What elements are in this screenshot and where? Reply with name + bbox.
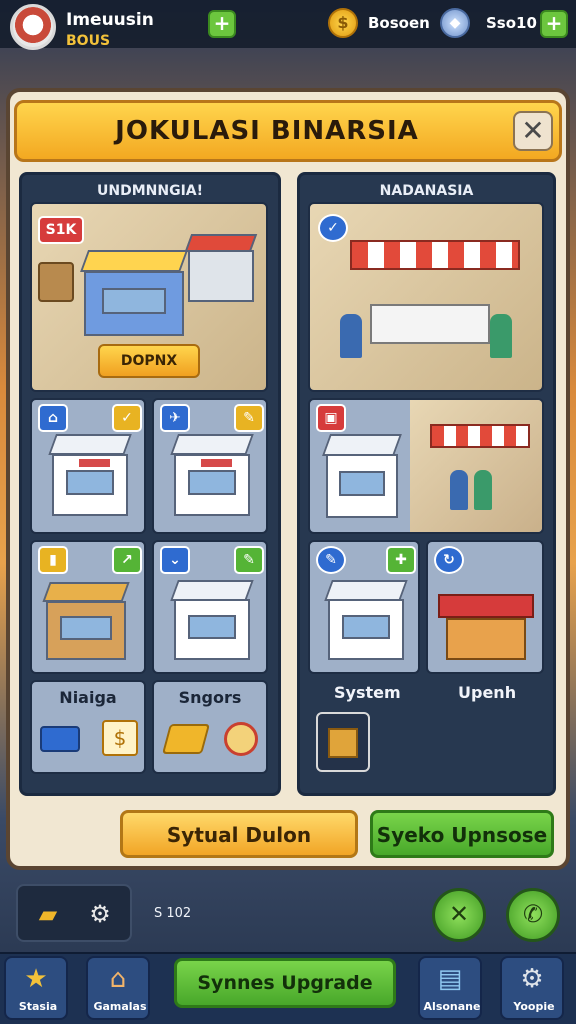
coin-icon: $: [328, 8, 358, 38]
building-card-3[interactable]: ▮ ↗: [30, 540, 146, 674]
nav-item-yoopie[interactable]: ⚙ Yoopie: [500, 956, 564, 1020]
featured-button[interactable]: DOPNX: [98, 344, 200, 378]
hammer-button[interactable]: ✕: [432, 888, 486, 942]
gear-tool-icon[interactable]: ⚙: [82, 896, 118, 932]
medal-icon: [224, 722, 258, 756]
coin-card-icon: $: [102, 720, 138, 756]
stall-card[interactable]: ↻: [426, 540, 544, 674]
upgrade-icon: ↗: [112, 546, 142, 574]
tag-icon: ✎: [234, 404, 264, 432]
player-avatar[interactable]: [10, 4, 56, 50]
phone-button[interactable]: ✆: [506, 888, 560, 942]
coin-label: Bosoen: [368, 14, 430, 32]
gem-label: Sso10: [486, 14, 537, 32]
edit-icon: ✎: [234, 546, 264, 574]
gold-bar-icon: [161, 724, 211, 754]
store-building-icon: [79, 250, 189, 336]
crate-icon: [328, 728, 358, 758]
add-gems-button[interactable]: +: [540, 10, 568, 38]
dialog-title: JOKULASI BINARSIA: [115, 116, 419, 146]
dialog-title-bar: JOKULASI BINARSIA ✕: [14, 100, 562, 162]
resource-card-1-label: Niaiga: [59, 688, 117, 707]
shop-scene-icon: [410, 400, 542, 532]
upenh-label: Upenh: [458, 683, 517, 702]
building-card-1[interactable]: ⌂ ✓: [30, 398, 146, 534]
add-button[interactable]: +: [208, 10, 236, 38]
star-icon: ★: [24, 964, 48, 994]
yellow-action-button[interactable]: Sytual Dulon: [120, 810, 358, 858]
storefront-card[interactable]: ▣: [308, 398, 544, 534]
list-icon: ▤: [437, 964, 463, 994]
resource-card-2[interactable]: Sngors: [152, 680, 268, 774]
system-label: System: [334, 683, 401, 702]
machine-icon: [184, 234, 258, 302]
green-action-button[interactable]: Syeko Upnsose: [370, 810, 554, 858]
nav-item-gamalas[interactable]: ⌂ Gamalas: [86, 956, 150, 1020]
truck-icon: [40, 726, 80, 752]
tool-tray: ▰ ⚙: [16, 884, 132, 942]
nav-item-label: Alsonane: [423, 1000, 481, 1013]
awning-icon: [350, 240, 520, 270]
building-icon: [322, 434, 402, 518]
nav-item-alsonane[interactable]: ▤ Alsonane: [418, 956, 482, 1020]
shop-icon: ⌂: [38, 404, 68, 432]
building-card-2[interactable]: ✈ ✎: [152, 398, 268, 534]
building-icon: [170, 434, 254, 516]
home-icon: ⌂: [109, 964, 127, 994]
right-column-header: NADANASIA: [379, 183, 474, 199]
chevron-down-icon: ⌄: [160, 546, 190, 574]
gear-icon: ⚙: [520, 964, 544, 994]
system-card[interactable]: ✎ ✚: [308, 540, 420, 674]
tools-icon: ✚: [386, 546, 416, 574]
crate-slot[interactable]: [316, 712, 370, 772]
vendor-icon: [490, 314, 512, 358]
player-name: Imeuusin: [66, 10, 154, 30]
store-badge-icon: ▣: [316, 404, 346, 432]
resource-card-2-label: Sngors: [178, 688, 242, 707]
left-column-header: UNDMNNGIA!: [97, 183, 203, 199]
nav-item-label: Stasia: [18, 1000, 58, 1013]
customer-icon: [340, 314, 362, 358]
nav-item-label: Gamalas: [93, 1000, 147, 1013]
check-icon: ✓: [112, 404, 142, 432]
market-scene-card[interactable]: ✓: [308, 202, 544, 392]
building-icon: [48, 434, 132, 516]
bag-tool-icon[interactable]: ▰: [30, 896, 66, 932]
nav-item-label: Yoopie: [513, 1000, 555, 1013]
building-icon: [170, 580, 254, 660]
factory-building-icon: [42, 582, 130, 660]
nav-item-stasia[interactable]: ★ Stasia: [4, 956, 68, 1020]
close-button[interactable]: ✕: [513, 111, 553, 151]
resource-counter: S 102: [154, 906, 192, 921]
wrench-icon: ✎: [316, 546, 346, 574]
stall-roof-icon: [438, 594, 534, 618]
resource-card-1[interactable]: Niaiga $: [30, 680, 146, 774]
stall-icon: [446, 618, 526, 660]
refresh-icon: ↻: [434, 546, 464, 574]
bag-icon: [38, 262, 74, 302]
player-tag: BOUS: [66, 33, 111, 49]
building-card-4[interactable]: ⌄ ✎: [152, 540, 268, 674]
check-circle-icon: ✓: [318, 214, 348, 242]
gem-icon: ◆: [440, 8, 470, 38]
market-counter-icon: [370, 304, 490, 344]
pin-icon: ✈: [160, 404, 190, 432]
building-icon: [324, 580, 408, 660]
factory-icon: ▮: [38, 546, 68, 574]
upgrade-button[interactable]: Synnes Upgrade: [174, 958, 396, 1008]
featured-badge: S1K: [38, 216, 84, 244]
